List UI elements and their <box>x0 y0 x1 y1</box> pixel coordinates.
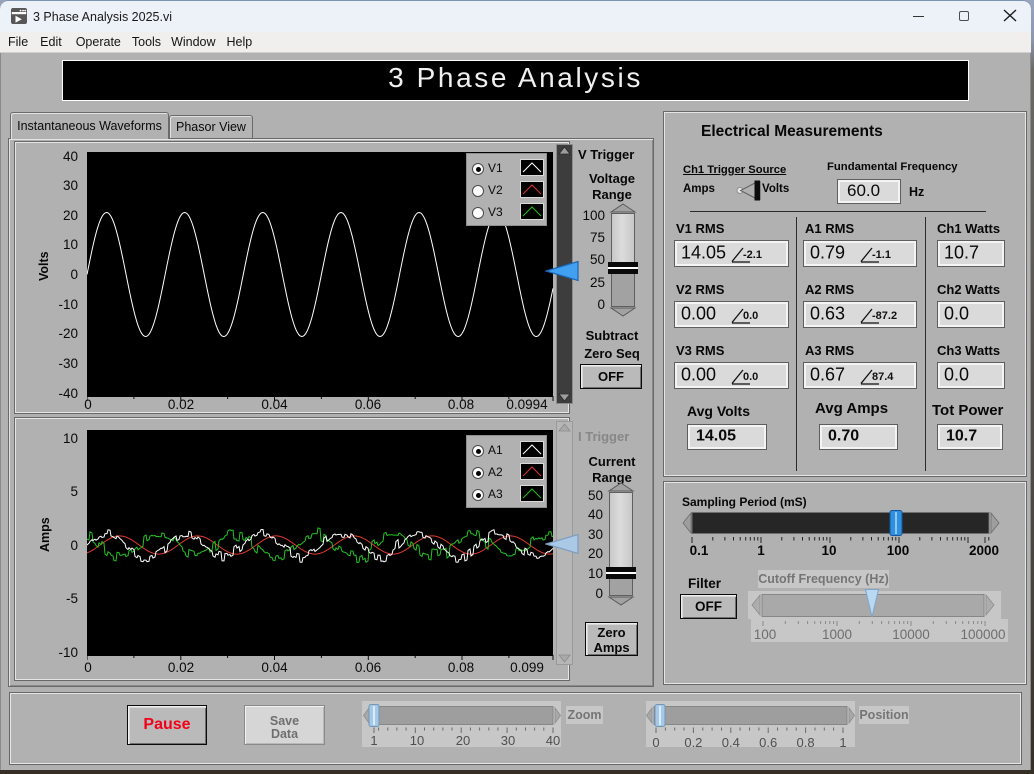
svg-text:-2.1: -2.1 <box>743 249 762 261</box>
svg-text:87.4: 87.4 <box>872 371 894 383</box>
svg-text:-1.1: -1.1 <box>872 249 891 261</box>
svg-text:0.0: 0.0 <box>743 371 758 383</box>
svg-text:0.0: 0.0 <box>743 310 758 322</box>
svg-text:-87.2: -87.2 <box>872 310 897 322</box>
